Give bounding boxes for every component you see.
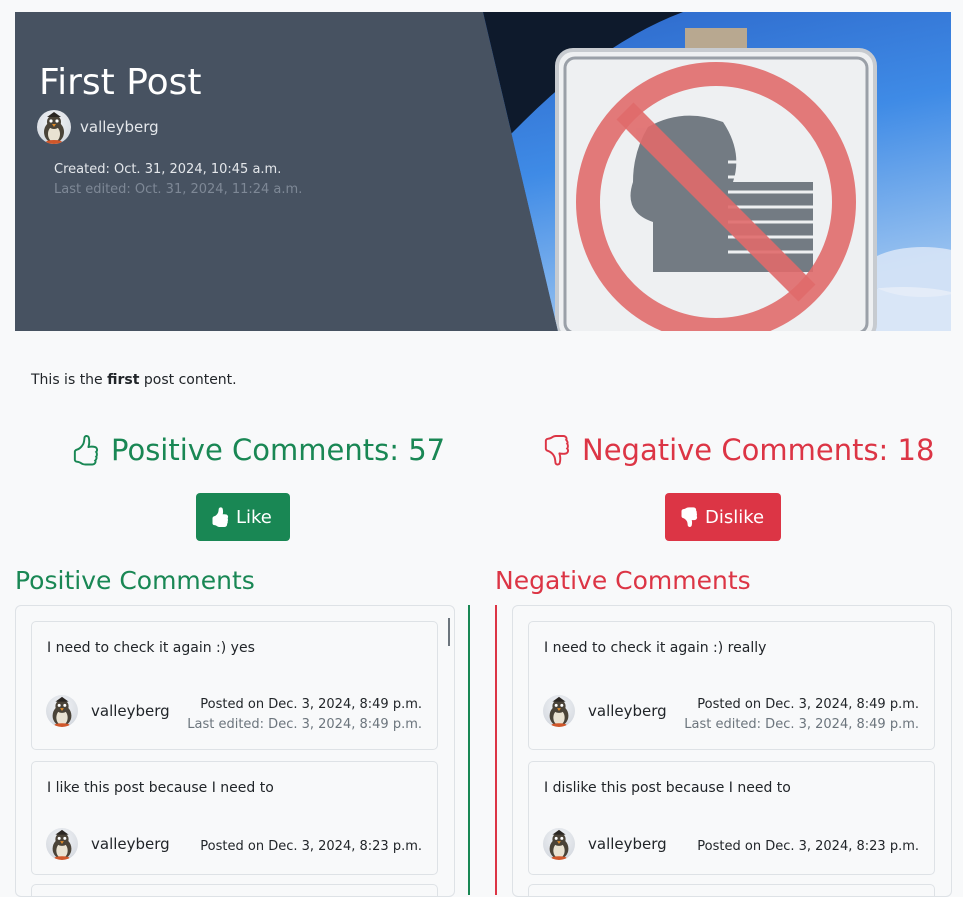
dislike-button-label: Dislike: [705, 506, 765, 528]
comment-text: I need to check it again :) yes: [47, 640, 255, 656]
comment-posted-date: Posted on Dec. 3, 2024, 8:49 p.m.: [697, 697, 919, 712]
comment-card: I need to check it again :) really valle…: [528, 621, 935, 750]
thumbs-up-outline-icon: [73, 434, 99, 465]
positive-comments-list[interactable]: I need to check it again :) yes valleybe…: [15, 605, 455, 897]
comment-text: I like this post because I need to: [47, 780, 274, 796]
comment-author[interactable]: valleyberg: [46, 828, 170, 860]
comment-posted-date: Posted on Dec. 3, 2024, 8:23 p.m.: [200, 839, 422, 854]
dislike-button[interactable]: Dislike: [665, 493, 781, 541]
author-avatar: [37, 110, 71, 144]
comment-posted-date: Posted on Dec. 3, 2024, 8:23 p.m.: [697, 839, 919, 854]
created-date: Created: Oct. 31, 2024, 10:45 a.m.: [54, 162, 282, 177]
negative-comments-count: Negative Comments: 18: [541, 433, 934, 467]
like-button[interactable]: Like: [196, 493, 290, 541]
negative-comments-list[interactable]: I need to check it again :) really valle…: [512, 605, 952, 897]
post-body: This is the first post content.: [31, 372, 237, 388]
comment-author-avatar: [46, 695, 78, 727]
like-button-label: Like: [236, 506, 272, 528]
comment-author[interactable]: valleyberg: [543, 695, 667, 727]
comment-author[interactable]: valleyberg: [46, 695, 170, 727]
penguin-avatar-icon: [52, 696, 72, 727]
thumbs-down-solid-icon: [681, 507, 698, 527]
comment-card: [31, 884, 438, 896]
comment-author-name[interactable]: valleyberg: [588, 702, 667, 720]
author-name[interactable]: valleyberg: [80, 118, 159, 136]
post-dates: Created: Oct. 31, 2024, 10:45 a.m. Last …: [54, 160, 302, 200]
post-title: First Post: [39, 62, 202, 103]
penguin-avatar-icon: [549, 696, 569, 727]
penguin-avatar-icon: [549, 829, 569, 860]
comment-card: [528, 884, 935, 896]
comment-author-name[interactable]: valleyberg: [588, 835, 667, 853]
comment-card: I dislike this post because I need to va…: [528, 761, 935, 875]
post-body-text-end: post content.: [139, 372, 237, 388]
post-hero: First Post valleyberg Created: Oct. 31, …: [15, 12, 951, 331]
comment-text: I dislike this post because I need to: [544, 780, 791, 796]
penguin-avatar-icon: [44, 112, 64, 144]
comment-text: I need to check it again :) really: [544, 640, 767, 656]
positive-divider: [468, 605, 470, 895]
negative-divider: [495, 605, 497, 895]
thumbs-up-solid-icon: [212, 507, 229, 527]
comment-dates: Posted on Dec. 3, 2024, 8:23 p.m.: [697, 837, 919, 857]
comment-dates: Posted on Dec. 3, 2024, 8:49 p.m. Last e…: [684, 695, 919, 735]
comment-author-avatar: [46, 828, 78, 860]
negative-comments-heading: Negative Comments: [495, 566, 751, 595]
last-edited-date: Last edited: Oct. 31, 2024, 11:24 a.m.: [54, 182, 303, 197]
post-cover-image: [483, 12, 951, 331]
penguin-avatar-icon: [52, 829, 72, 860]
positive-comments-count: Positive Comments: 57: [70, 433, 445, 467]
comment-posted-date: Posted on Dec. 3, 2024, 8:49 p.m.: [200, 697, 422, 712]
comment-edited-date: Last edited: Dec. 3, 2024, 8:49 p.m.: [187, 717, 422, 732]
thumbs-down-outline-icon: [544, 434, 570, 465]
comment-author[interactable]: valleyberg: [543, 828, 667, 860]
comment-author-name[interactable]: valleyberg: [91, 835, 170, 853]
no-sitting-sign-image: [483, 12, 951, 331]
positive-comments-count-label: Positive Comments: 57: [111, 433, 446, 467]
negative-comments-count-label: Negative Comments: 18: [582, 433, 935, 467]
comment-dates: Posted on Dec. 3, 2024, 8:23 p.m.: [200, 837, 422, 857]
positive-comments-heading: Positive Comments: [15, 566, 255, 595]
positive-list-scrollbar[interactable]: [448, 618, 450, 646]
comment-edited-date: Last edited: Dec. 3, 2024, 8:49 p.m.: [684, 717, 919, 732]
comment-author-avatar: [543, 695, 575, 727]
post-body-bold: first: [107, 372, 140, 388]
comment-card: I need to check it again :) yes valleybe…: [31, 621, 438, 750]
comment-author-name[interactable]: valleyberg: [91, 702, 170, 720]
comment-author-avatar: [543, 828, 575, 860]
post-body-text-start: This is the: [31, 372, 108, 388]
comment-card: I like this post because I need to valle…: [31, 761, 438, 875]
post-author[interactable]: valleyberg: [37, 110, 159, 144]
comment-dates: Posted on Dec. 3, 2024, 8:49 p.m. Last e…: [187, 695, 422, 735]
